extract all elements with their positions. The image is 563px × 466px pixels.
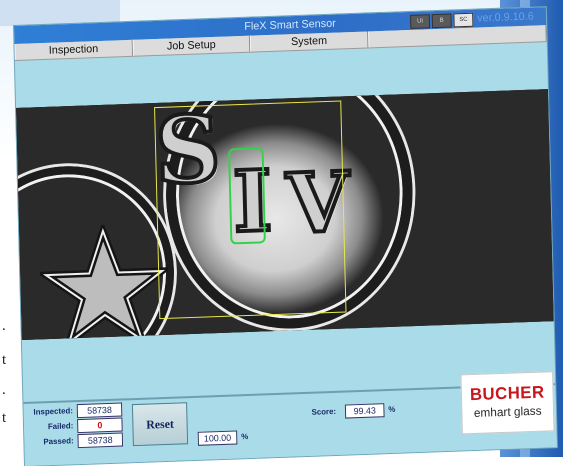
menu-inspection[interactable]: Inspection [14, 39, 133, 60]
side-text: t [2, 352, 7, 368]
passed-label: Passed: [43, 436, 74, 447]
title-button-sc[interactable]: SC [453, 12, 474, 28]
side-text: . [2, 318, 6, 334]
side-text: t [2, 410, 7, 426]
title-button-b[interactable]: B [431, 13, 452, 29]
title-buttons: UI B SC [410, 12, 474, 29]
passed-count: 58738 [77, 432, 124, 449]
match-outline [228, 147, 266, 245]
side-text: . [2, 382, 6, 398]
logo-subtitle: emhart glass [473, 403, 542, 421]
embossed-star-icon [38, 222, 170, 340]
failed-label: Failed: [47, 421, 74, 432]
reset-button[interactable]: Reset [131, 402, 189, 447]
score-value: 99.43 [344, 403, 385, 419]
inspected-count: 58738 [76, 402, 123, 419]
camera-image: S I V [16, 89, 554, 340]
version-label: ver.0.9.10.6 [477, 10, 534, 25]
failed-count: 0 [77, 417, 123, 434]
threshold-unit: % [241, 432, 249, 442]
threshold-field[interactable]: 100.00 [197, 430, 238, 446]
bucher-emhart-logo: BUCHER emhart glass [460, 371, 555, 435]
title-button-ui[interactable]: UI [410, 14, 431, 29]
menu-system[interactable]: System [249, 31, 369, 52]
inspected-label: Inspected: [33, 406, 74, 417]
menu-job-setup[interactable]: Job Setup [132, 35, 251, 56]
sensor-screen: FleX Smart Sensor UI B SC ver.0.9.10.6 I… [14, 7, 557, 466]
score-unit: % [388, 404, 396, 415]
logo-brand: BUCHER [469, 382, 545, 405]
score-label: Score: [311, 406, 337, 417]
